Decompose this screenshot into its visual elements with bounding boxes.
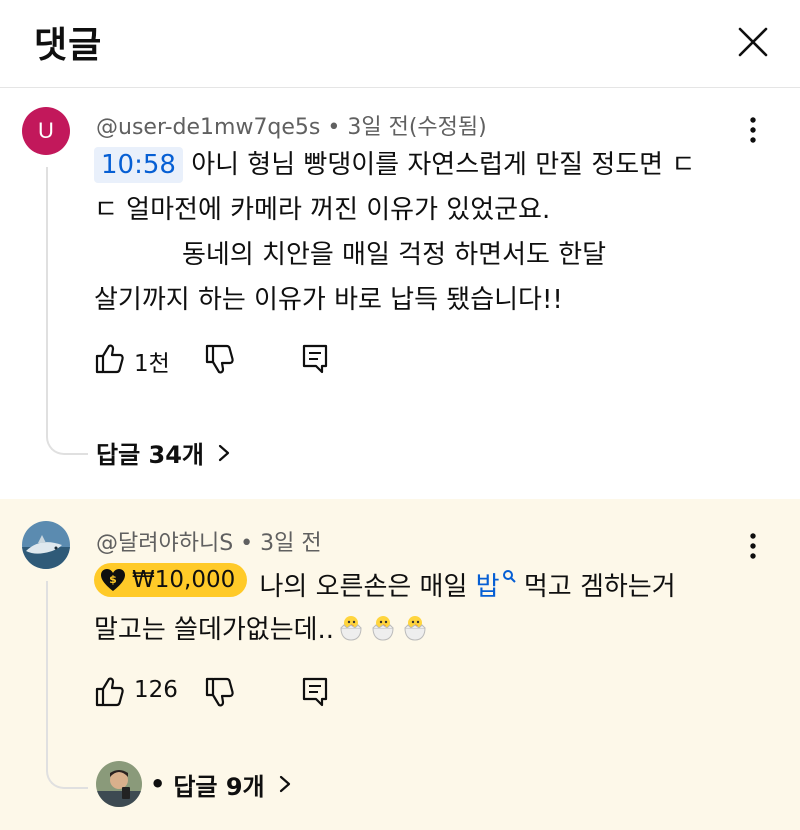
close-icon — [738, 27, 768, 57]
dislike-button[interactable] — [204, 342, 236, 376]
timestamp-link[interactable]: 10:58 — [94, 147, 183, 183]
more-vert-icon — [750, 117, 756, 143]
view-replies-button[interactable]: 답글 34개 — [96, 435, 234, 470]
like-button[interactable] — [94, 342, 126, 376]
comment-item-highlighted: @달려야하니S • 3일 전 $ ₩10,000 나의 오른손은 매일 밥 먹고… — [0, 499, 800, 830]
reply-button[interactable] — [300, 675, 332, 709]
close-button[interactable] — [730, 20, 776, 66]
super-thanks-badge[interactable]: $ ₩10,000 — [94, 563, 248, 597]
comments-header: 댓글 — [0, 0, 800, 88]
view-replies-button[interactable]: • 답글 9개 — [96, 761, 295, 807]
money-heart-icon: $ — [101, 569, 125, 591]
comment-actions: 126 — [94, 675, 394, 711]
hatching-chick-emoji — [340, 616, 362, 641]
chevron-right-icon — [218, 444, 230, 461]
hatching-chick-emoji — [404, 616, 426, 641]
comment-line: 아니 형님 빵댕이를 자연스럽게 만질 정도면 ㄷ — [191, 150, 696, 180]
thread-connector — [46, 581, 88, 789]
thumb-down-icon — [205, 344, 234, 374]
replies-label: 답글 9개 — [173, 772, 265, 801]
separator-dot: • — [150, 770, 166, 798]
creator-avatar — [96, 761, 142, 807]
page-title: 댓글 — [34, 25, 103, 66]
comment-line: 동네의 치안을 매일 걱정 하면서도 한달 — [182, 240, 607, 270]
creator-avatar-image — [96, 761, 142, 807]
comment-author-meta: @user-de1mw7qe5s • 3일 전(수정됨) — [96, 115, 487, 140]
search-icon — [502, 570, 516, 583]
comment-icon — [302, 344, 328, 374]
avatar[interactable]: U — [22, 107, 70, 155]
comment-item: U @user-de1mw7qe5s • 3일 전(수정됨) 10:58 아니 … — [0, 89, 800, 499]
donation-amount: ₩10,000 — [132, 566, 236, 593]
like-count: 1천 — [134, 351, 170, 377]
like-count: 126 — [134, 677, 178, 703]
thumb-up-icon — [95, 344, 124, 374]
comment-text: $ ₩10,000 나의 오른손은 매일 밥 먹고 겜하는거 말고는 쓸데가없는… — [94, 563, 760, 653]
avatar[interactable] — [22, 521, 70, 569]
comment-line: 나의 오른손은 매일 — [259, 572, 476, 602]
thread-connector — [46, 167, 88, 455]
comment-line: 살기까지 하는 이유가 바로 납득 됐습니다!! — [94, 285, 563, 315]
svg-text:$: $ — [109, 573, 117, 586]
like-button[interactable] — [94, 675, 126, 709]
chevron-right-icon — [279, 775, 290, 793]
search-link[interactable]: 밥 — [476, 572, 500, 602]
comment-line: 말고는 쓸데가없는데.. — [94, 615, 335, 645]
comment-line: ㄷ 얼마전에 카메라 꺼진 이유가 있었군요. — [94, 195, 551, 225]
hatching-chick-emoji — [372, 616, 394, 641]
thumb-up-icon — [95, 677, 124, 707]
thumb-down-icon — [205, 677, 234, 707]
more-options-button[interactable] — [738, 113, 768, 147]
comment-text: 10:58 아니 형님 빵댕이를 자연스럽게 만질 정도면 ㄷ ㄷ 얼마전에 카… — [94, 143, 760, 323]
shark-avatar-image — [22, 521, 70, 569]
replies-label: 답글 34개 — [96, 441, 204, 469]
more-options-button[interactable] — [738, 529, 768, 563]
comment-line: 먹고 겜하는거 — [515, 572, 676, 602]
comment-author-meta: @달려야하니S • 3일 전 — [96, 531, 322, 556]
comment-icon — [302, 677, 328, 707]
more-vert-icon — [750, 533, 756, 559]
dislike-button[interactable] — [204, 675, 236, 709]
reply-button[interactable] — [300, 342, 332, 376]
comment-actions: 1천 — [94, 342, 394, 378]
